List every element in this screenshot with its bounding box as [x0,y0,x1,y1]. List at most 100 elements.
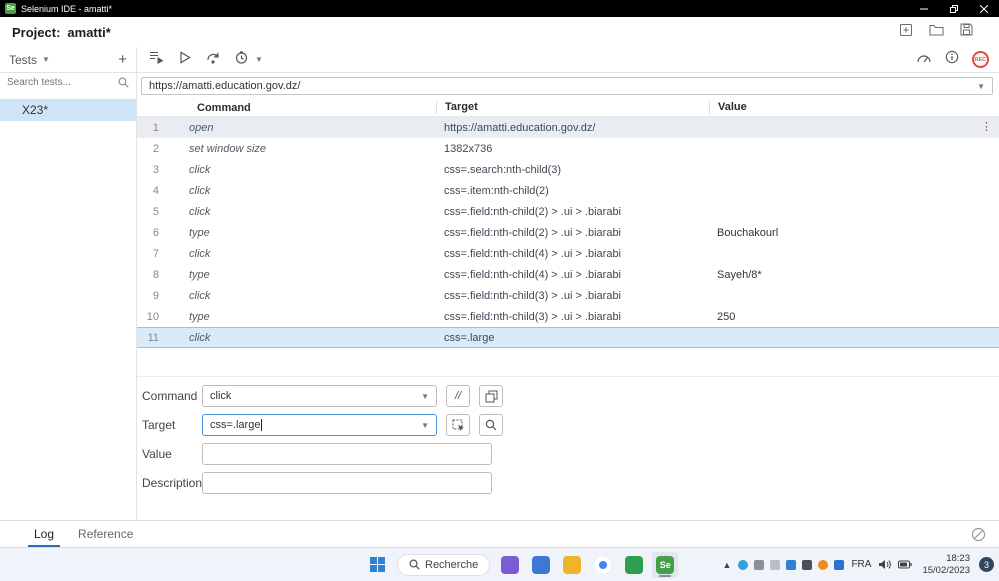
chevron-down-icon[interactable]: ▼ [421,392,429,401]
run-all-tests-icon[interactable] [149,50,164,69]
row-value[interactable]: 250 [709,311,999,323]
playback-url-combobox[interactable]: https://amatti.education.gov.dz/ ▼ [141,77,993,95]
taskbar-search[interactable]: Recherche [397,553,491,576]
minimize-button[interactable] [909,0,939,17]
info-icon[interactable] [945,50,959,69]
tray-cloud-icon[interactable] [754,559,765,570]
chevron-down-icon[interactable]: ▼ [421,421,429,430]
row-target[interactable]: css=.field:nth-child(4) > .ui > .biarabi [436,248,709,260]
playback-controls: ▼ [137,47,275,72]
new-project-icon[interactable] [899,23,913,42]
file-explorer-icon[interactable] [559,552,585,578]
table-row[interactable]: 11 click css=.large ⋮ [137,327,999,348]
row-target[interactable]: 1382x736 [436,143,709,155]
chevron-down-icon: ▼ [255,55,263,64]
record-button[interactable]: REC [972,51,989,68]
row-target[interactable]: css=.field:nth-child(4) > .ui > .biarabi [436,269,709,281]
test-name: X23* [22,103,49,117]
row-command[interactable]: click [159,332,436,344]
clear-log-icon[interactable] [971,527,986,542]
toggle-comment-button[interactable]: // [446,385,470,407]
command-combobox[interactable]: click ▼ [202,385,437,407]
table-row[interactable]: 10 type css=.field:nth-child(3) > .ui > … [137,306,999,327]
language-indicator[interactable]: FRA [851,559,871,570]
taskbar-clock[interactable]: 18:23 15/02/2023 [919,553,970,577]
speaker-icon[interactable] [878,559,892,570]
calculator-app-icon[interactable] [528,552,554,578]
row-target[interactable]: css=.field:nth-child(3) > .ui > .biarabi [436,311,709,323]
open-reference-icon[interactable] [479,385,503,407]
row-value[interactable]: Sayeh/8* [709,269,999,281]
row-number: 5 [152,205,159,218]
gauge-icon[interactable] [916,51,932,69]
tab-log[interactable]: Log [22,521,66,547]
row-target[interactable]: https://amatti.education.gov.dz/ [436,122,709,134]
row-command[interactable]: type [159,227,436,239]
hidden-icons-chevron[interactable]: ▲ [723,560,732,570]
pinned-app-icon[interactable] [497,552,523,578]
row-command[interactable]: click [159,248,436,260]
restore-button[interactable] [939,0,969,17]
chevron-down-icon[interactable]: ▼ [977,82,985,91]
chrome-icon[interactable] [590,552,616,578]
row-menu-icon[interactable]: ⋮ [981,120,992,133]
step-over-icon[interactable] [206,51,220,69]
tray-bluetooth-icon[interactable] [834,559,845,570]
tab-reference[interactable]: Reference [66,521,145,547]
table-row[interactable]: 4 click css=.item:nth-child(2) ⋮ [137,180,999,201]
selenium-app-icon[interactable]: Se [652,551,679,578]
row-command[interactable]: click [159,185,436,197]
select-target-button[interactable] [446,414,470,436]
row-command[interactable]: click [159,290,436,302]
table-row[interactable]: 1 open https://amatti.education.gov.dz/ … [137,117,999,138]
start-button[interactable] [364,552,390,578]
app-body: X23* https://amatti.education.gov.dz/ ▼ … [0,73,999,520]
table-row[interactable]: 5 click css=.field:nth-child(2) > .ui > … [137,201,999,222]
value-input[interactable] [202,443,492,465]
row-target[interactable]: css=.field:nth-child(2) > .ui > .biarabi [436,227,709,239]
search-icon [118,77,129,88]
row-command[interactable]: click [159,206,436,218]
row-command[interactable]: type [159,311,436,323]
add-test-button[interactable]: + [118,52,127,67]
row-command[interactable]: open [159,122,436,134]
table-row[interactable]: 3 click css=.search:nth-child(3) ⋮ [137,159,999,180]
table-row[interactable]: 8 type css=.field:nth-child(4) > .ui > .… [137,264,999,285]
tray-onedrive-icon[interactable] [770,559,781,570]
row-value[interactable]: Bouchakourl [709,227,999,239]
close-button[interactable] [969,0,999,17]
run-current-test-icon[interactable] [179,50,191,69]
table-row[interactable]: 9 click css=.field:nth-child(3) > .ui > … [137,285,999,306]
find-target-button[interactable] [479,414,503,436]
green-app-icon[interactable] [621,552,647,578]
save-project-icon[interactable] [960,23,973,41]
test-speed-control[interactable]: ▼ [235,50,263,69]
project-label: Project: [12,24,61,40]
target-combobox[interactable]: css=.large ▼ [202,414,437,436]
row-command[interactable]: set window size [159,143,436,155]
battery-icon[interactable] [898,560,913,569]
table-row[interactable]: 6 type css=.field:nth-child(2) > .ui > .… [137,222,999,243]
row-target[interactable]: css=.field:nth-child(3) > .ui > .biarabi [436,290,709,302]
tray-telegram-icon[interactable] [738,559,749,570]
test-list-item[interactable]: X23* [0,99,136,121]
row-target[interactable]: css=.field:nth-child(2) > .ui > .biarabi [436,206,709,218]
table-row[interactable]: 7 click css=.field:nth-child(4) > .ui > … [137,243,999,264]
titlebar: Se Selenium IDE - amatti* [0,0,999,17]
taskbar-search-label: Recherche [425,558,479,571]
row-target[interactable]: css=.item:nth-child(2) [436,185,709,197]
notification-count-badge[interactable]: 3 [979,557,994,572]
row-target[interactable]: css=.large [436,332,709,344]
row-command[interactable]: click [159,164,436,176]
tray-camera-icon[interactable] [802,559,813,570]
search-tests-input[interactable] [7,77,118,88]
tray-vlc-icon[interactable] [818,559,829,570]
chevron-down-icon[interactable]: ▼ [42,55,50,64]
table-row[interactable]: 2 set window size 1382x736 ⋮ [137,138,999,159]
row-target[interactable]: css=.search:nth-child(3) [436,164,709,176]
tray-shield-icon[interactable] [786,559,797,570]
tests-label[interactable]: Tests [9,53,37,67]
open-project-icon[interactable] [929,23,944,41]
row-command[interactable]: type [159,269,436,281]
description-input[interactable] [202,472,492,494]
